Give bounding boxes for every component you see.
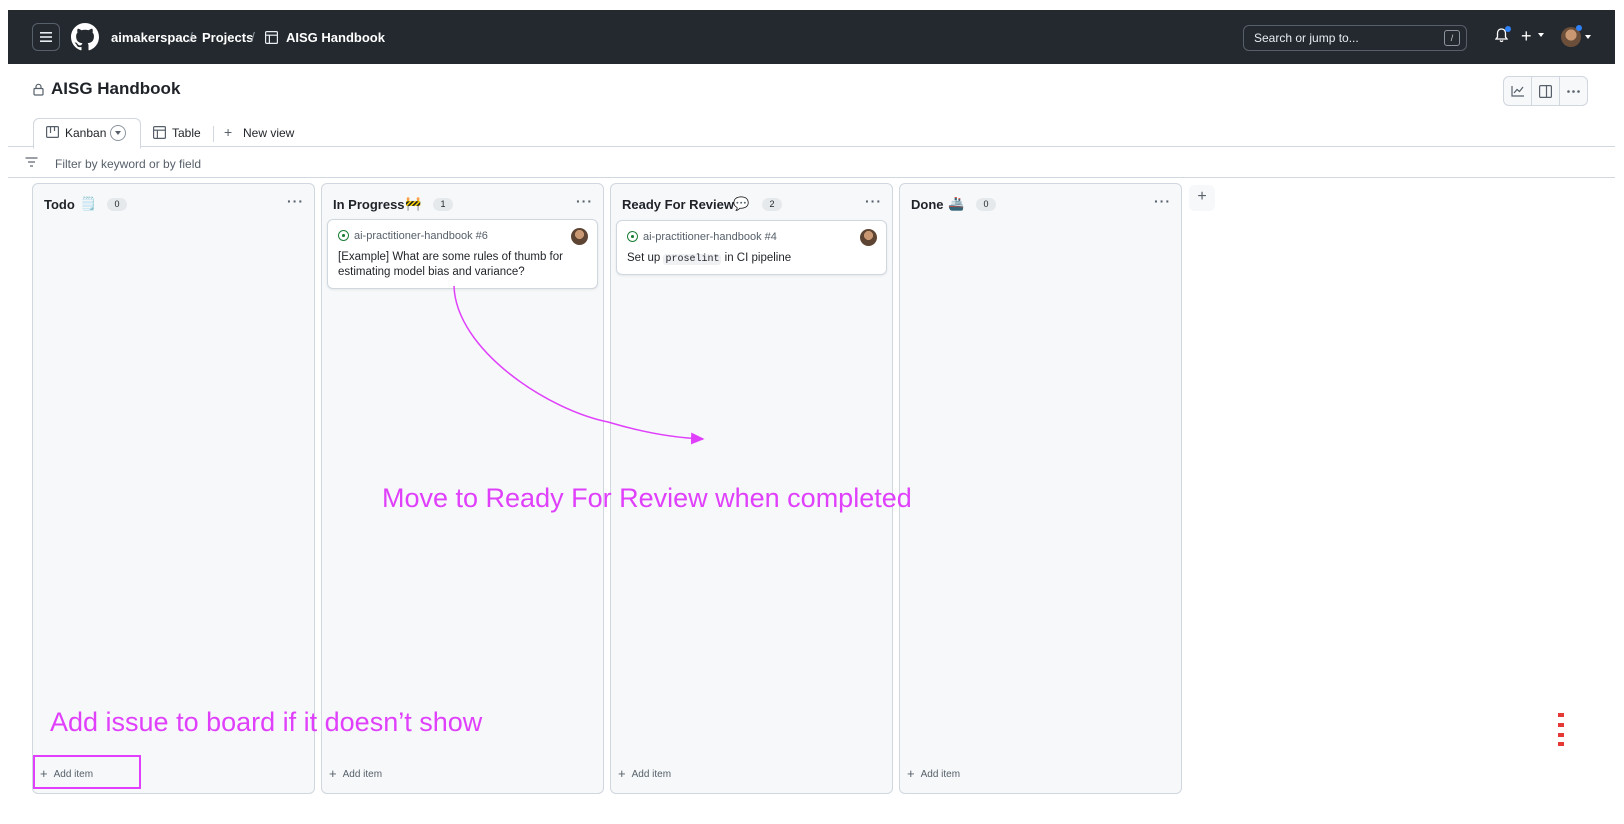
edge-marks: [1558, 713, 1564, 746]
annotation-move: Move to Ready For Review when completed: [382, 483, 912, 513]
project-page: aimakerspace / Projects / AISG Handbook …: [8, 10, 1615, 820]
annotation-arrow: [453, 285, 705, 445]
annotation-add: Add issue to board if it doesn’t show: [50, 707, 483, 737]
annotation-highlight-box: [33, 755, 141, 789]
